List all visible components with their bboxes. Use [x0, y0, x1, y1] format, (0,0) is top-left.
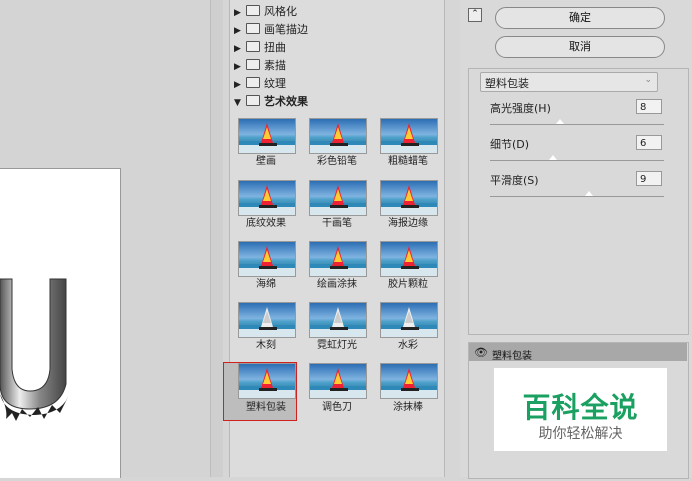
- preview-letter-u: [0, 278, 68, 421]
- chevron-down-icon: ⌄: [644, 75, 652, 85]
- filter-thumbnail[interactable]: [380, 302, 438, 338]
- folder-icon: [246, 77, 260, 88]
- filter-thumbnail-label: 胶片颗粒: [388, 279, 428, 290]
- filter-category[interactable]: ▶ 画笔描边: [234, 21, 308, 38]
- filter-thumbnail-label: 壁画: [256, 156, 276, 167]
- filter-thumbnail[interactable]: [238, 241, 296, 277]
- ok-button[interactable]: 确定: [495, 7, 665, 29]
- param-slider-track[interactable]: [490, 124, 664, 125]
- triangle-right-icon: ▶: [234, 44, 241, 54]
- folder-icon: [246, 23, 260, 34]
- param-slider-knob[interactable]: [555, 119, 564, 124]
- param-value-input[interactable]: 9: [636, 171, 662, 186]
- filter-thumbnail-label: 调色刀: [322, 402, 352, 413]
- cancel-button[interactable]: 取消: [495, 36, 665, 58]
- filter-category-label: 画笔描边: [264, 23, 308, 36]
- filter-thumbnail[interactable]: [380, 180, 438, 216]
- triangle-right-icon: ▶: [234, 26, 241, 36]
- folder-icon: [246, 41, 260, 52]
- filter-thumbnail[interactable]: [238, 118, 296, 154]
- triangle-right-icon: ▶: [234, 62, 241, 72]
- filter-category[interactable]: ▶ 风格化: [234, 3, 297, 20]
- eye-icon[interactable]: 👁: [474, 346, 488, 359]
- filter-thumbnail[interactable]: [309, 241, 367, 277]
- filter-thumbnail[interactable]: [309, 363, 367, 399]
- triangle-down-icon: ▼: [234, 98, 241, 108]
- filter-thumbnail-label: 底纹效果: [246, 218, 286, 229]
- filter-thumbnail[interactable]: [380, 363, 438, 399]
- filter-thumbnail-label: 霓虹灯光: [317, 340, 357, 351]
- filter-select-value: 塑料包装: [485, 77, 529, 90]
- filter-thumbnail[interactable]: [380, 241, 438, 277]
- filter-category[interactable]: ▼ 艺术效果: [234, 93, 308, 110]
- filter-thumbnail-label: 干画笔: [322, 218, 352, 229]
- param-slider-knob[interactable]: [548, 155, 557, 160]
- filter-category[interactable]: ▶ 扭曲: [234, 39, 286, 56]
- effect-layer-name: 塑料包装: [492, 351, 532, 362]
- param-value-input[interactable]: 8: [636, 99, 662, 114]
- preview-canvas[interactable]: [0, 168, 121, 478]
- filter-thumbnail[interactable]: [309, 118, 367, 154]
- param-slider-knob[interactable]: [585, 191, 594, 196]
- param-label: 细节(D): [490, 138, 530, 151]
- filter-thumbnail[interactable]: [238, 363, 296, 399]
- param-slider-track[interactable]: [490, 196, 664, 197]
- filter-thumbnail-label: 粗糙蜡笔: [388, 156, 428, 167]
- filter-thumbnail-label: 水彩: [398, 340, 418, 351]
- filter-thumbnail-label: 绘画涂抹: [317, 279, 357, 290]
- filter-thumbnail[interactable]: [380, 118, 438, 154]
- filter-category[interactable]: ▶ 纹理: [234, 75, 286, 92]
- param-slider-track[interactable]: [490, 160, 664, 161]
- triangle-right-icon: ▶: [234, 8, 241, 18]
- filter-thumbnail-label: 涂抹棒: [393, 402, 423, 413]
- filter-thumbnail-label: 彩色铅笔: [317, 156, 357, 167]
- filter-select[interactable]: 塑料包装 ⌄: [480, 72, 658, 92]
- param-label: 高光强度(H): [490, 102, 551, 115]
- folder-icon: [246, 95, 260, 106]
- filter-category-label: 素描: [264, 59, 286, 72]
- param-value-input[interactable]: 6: [636, 135, 662, 150]
- watermark-logo: 百科全说 助你轻松解决: [494, 368, 667, 451]
- param-label: 平滑度(S): [490, 174, 539, 187]
- filter-thumbnail[interactable]: [309, 302, 367, 338]
- watermark-subtitle: 助你轻松解决: [538, 426, 623, 442]
- filter-thumbnail-label: 塑料包装: [246, 402, 286, 413]
- filter-category-label: 扭曲: [264, 41, 286, 54]
- preview-scrollbar[interactable]: [210, 0, 223, 477]
- filter-category-label: 纹理: [264, 77, 286, 90]
- filter-thumbnail-label: 海报边缘: [388, 218, 428, 229]
- folder-icon: [246, 59, 260, 70]
- filter-category-label: 风格化: [264, 5, 297, 18]
- filter-thumbnail[interactable]: [309, 180, 367, 216]
- folder-icon: [246, 5, 260, 16]
- filter-thumbnail[interactable]: [238, 180, 296, 216]
- filter-thumbnail[interactable]: [238, 302, 296, 338]
- filter-category[interactable]: ▶ 素描: [234, 57, 286, 74]
- triangle-right-icon: ▶: [234, 80, 241, 90]
- filter-gallery-panel: ▶ 风格化 ▶ 画笔描边 ▶ 扭曲 ▶ 素描 ▶ 纹理 ▼ 艺术效果 壁画 彩色铅笔 粗糙蜡笔底纹效果 干画…: [223, 0, 445, 477]
- collapse-icon[interactable]: ⌃: [468, 8, 482, 22]
- filter-thumbnail-label: 木刻: [256, 340, 276, 351]
- filter-thumbnail-label: 海绵: [256, 279, 276, 290]
- filter-category-label: 艺术效果: [264, 95, 308, 108]
- watermark-title: 百科全说: [522, 391, 639, 424]
